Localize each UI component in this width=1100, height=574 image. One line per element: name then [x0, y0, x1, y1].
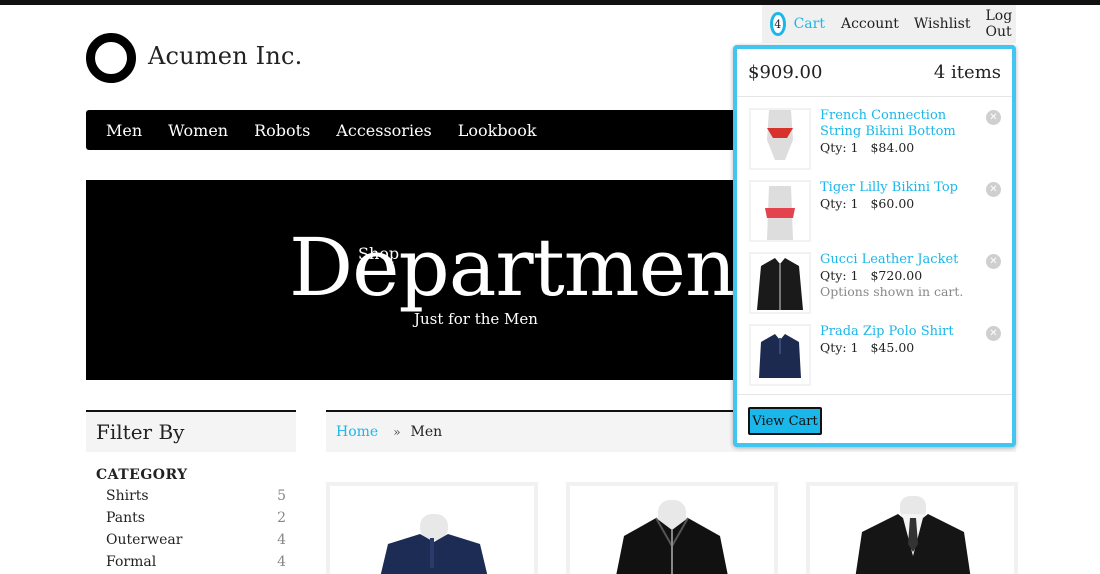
- cart-item-note: Options shown in cart.: [820, 284, 964, 299]
- category-list: Shirts 5 Pants 2 Outerwear 4 Formal 4: [106, 488, 286, 574]
- remove-icon[interactable]: ✕: [986, 326, 1001, 341]
- product-image-leather-jacket: [616, 500, 728, 574]
- cart-link[interactable]: Cart: [794, 16, 825, 32]
- cart-item-qty: Qty: 1: [820, 268, 859, 283]
- logo-text[interactable]: Acumen Inc.: [148, 42, 303, 70]
- cart-item-price: $45.00: [870, 340, 915, 355]
- cart-item-name[interactable]: Gucci Leather Jacket: [820, 252, 980, 268]
- hero-subtitle: Just for the Men: [414, 310, 538, 328]
- cart-item-thumbnail[interactable]: [749, 108, 811, 170]
- category-label: Pants: [106, 510, 145, 526]
- cart-summary: $909.00 4 items: [737, 49, 1012, 97]
- cart-item-price: $720.00: [870, 268, 923, 283]
- cart-footer: View Cart: [737, 394, 1012, 447]
- cart-total: $909.00: [748, 62, 823, 83]
- cart-dropdown: $909.00 4 items French Connection String…: [733, 45, 1016, 447]
- breadcrumb-current: Men: [410, 424, 443, 440]
- account-link[interactable]: Account: [841, 16, 899, 32]
- category-label: Shirts: [106, 488, 149, 504]
- cart-item-qty: Qty: 1: [820, 340, 859, 355]
- cart-items-count: 4 items: [933, 62, 1001, 83]
- cart-item-thumbnail[interactable]: [749, 252, 811, 314]
- wishlist-link[interactable]: Wishlist: [914, 16, 971, 32]
- category-item-shirts[interactable]: Shirts 5: [106, 488, 286, 510]
- remove-icon[interactable]: ✕: [986, 110, 1001, 125]
- cart-item-qty: Qty: 1: [820, 196, 859, 211]
- cart-item: Gucci Leather Jacket Qty: 1 $720.00 Optio…: [737, 242, 1012, 314]
- category-count: 5: [277, 488, 286, 504]
- category-heading: CATEGORY: [96, 467, 188, 483]
- filter-header: Filter By: [86, 410, 296, 452]
- nav-women[interactable]: Women: [168, 121, 228, 140]
- category-count: 2: [277, 510, 286, 526]
- cart-item-meta: Qty: 1 $84.00: [820, 140, 914, 155]
- cart-item: French Connection String Bikini Bottom Q…: [737, 98, 1012, 170]
- logout-link[interactable]: Log Out: [985, 8, 1016, 40]
- category-label: Outerwear: [106, 532, 183, 548]
- remove-icon[interactable]: ✕: [986, 182, 1001, 197]
- remove-icon[interactable]: ✕: [986, 254, 1001, 269]
- breadcrumb-home[interactable]: Home: [336, 424, 378, 440]
- cart-item-meta: Qty: 1 $720.00: [820, 268, 922, 283]
- nav-robots[interactable]: Robots: [254, 121, 310, 140]
- category-label: Formal: [106, 554, 157, 570]
- product-image-formal-suit: [855, 496, 971, 574]
- cart-item-name[interactable]: French Connection String Bikini Bottom: [820, 108, 980, 140]
- view-cart-button[interactable]: View Cart: [748, 407, 822, 435]
- product-image-polo-shirt: [380, 514, 488, 574]
- product-card[interactable]: [326, 482, 538, 574]
- cart-item-price: $84.00: [870, 140, 915, 155]
- category-count: 4: [277, 532, 286, 548]
- account-links: 4 Cart Account Wishlist Log Out: [762, 5, 1016, 43]
- cart-item-price: $60.00: [870, 196, 915, 211]
- cart-item-qty: Qty: 1: [820, 140, 859, 155]
- category-count: 4: [277, 554, 286, 570]
- cart-item-thumbnail[interactable]: [749, 324, 811, 386]
- cart-item-name[interactable]: Tiger Lilly Bikini Top: [820, 180, 980, 196]
- nav-accessories[interactable]: Accessories: [336, 121, 431, 140]
- nav-lookbook[interactable]: Lookbook: [458, 121, 537, 140]
- cart-item: Prada Zip Polo Shirt Qty: 1 $45.00 ✕: [737, 314, 1012, 386]
- cart-item-meta: Qty: 1 $60.00: [820, 196, 914, 211]
- cart-count-badge[interactable]: 4: [770, 12, 786, 36]
- cart-item: Tiger Lilly Bikini Top Qty: 1 $60.00 ✕: [737, 170, 1012, 242]
- category-item-formal[interactable]: Formal 4: [106, 554, 286, 574]
- product-card[interactable]: [806, 482, 1018, 574]
- cart-item-thumbnail[interactable]: [749, 180, 811, 242]
- product-card[interactable]: [566, 482, 778, 574]
- cart-item-meta: Qty: 1 $45.00: [820, 340, 914, 355]
- hero-shop-label: Shop: [358, 244, 400, 263]
- category-item-outerwear[interactable]: Outerwear 4: [106, 532, 286, 554]
- filter-title: Filter By: [96, 420, 185, 444]
- category-item-pants[interactable]: Pants 2: [106, 510, 286, 532]
- logo-icon[interactable]: [86, 33, 136, 83]
- nav-men[interactable]: Men: [106, 121, 142, 140]
- breadcrumb-separator: »: [393, 425, 401, 439]
- cart-item-name[interactable]: Prada Zip Polo Shirt: [820, 324, 980, 340]
